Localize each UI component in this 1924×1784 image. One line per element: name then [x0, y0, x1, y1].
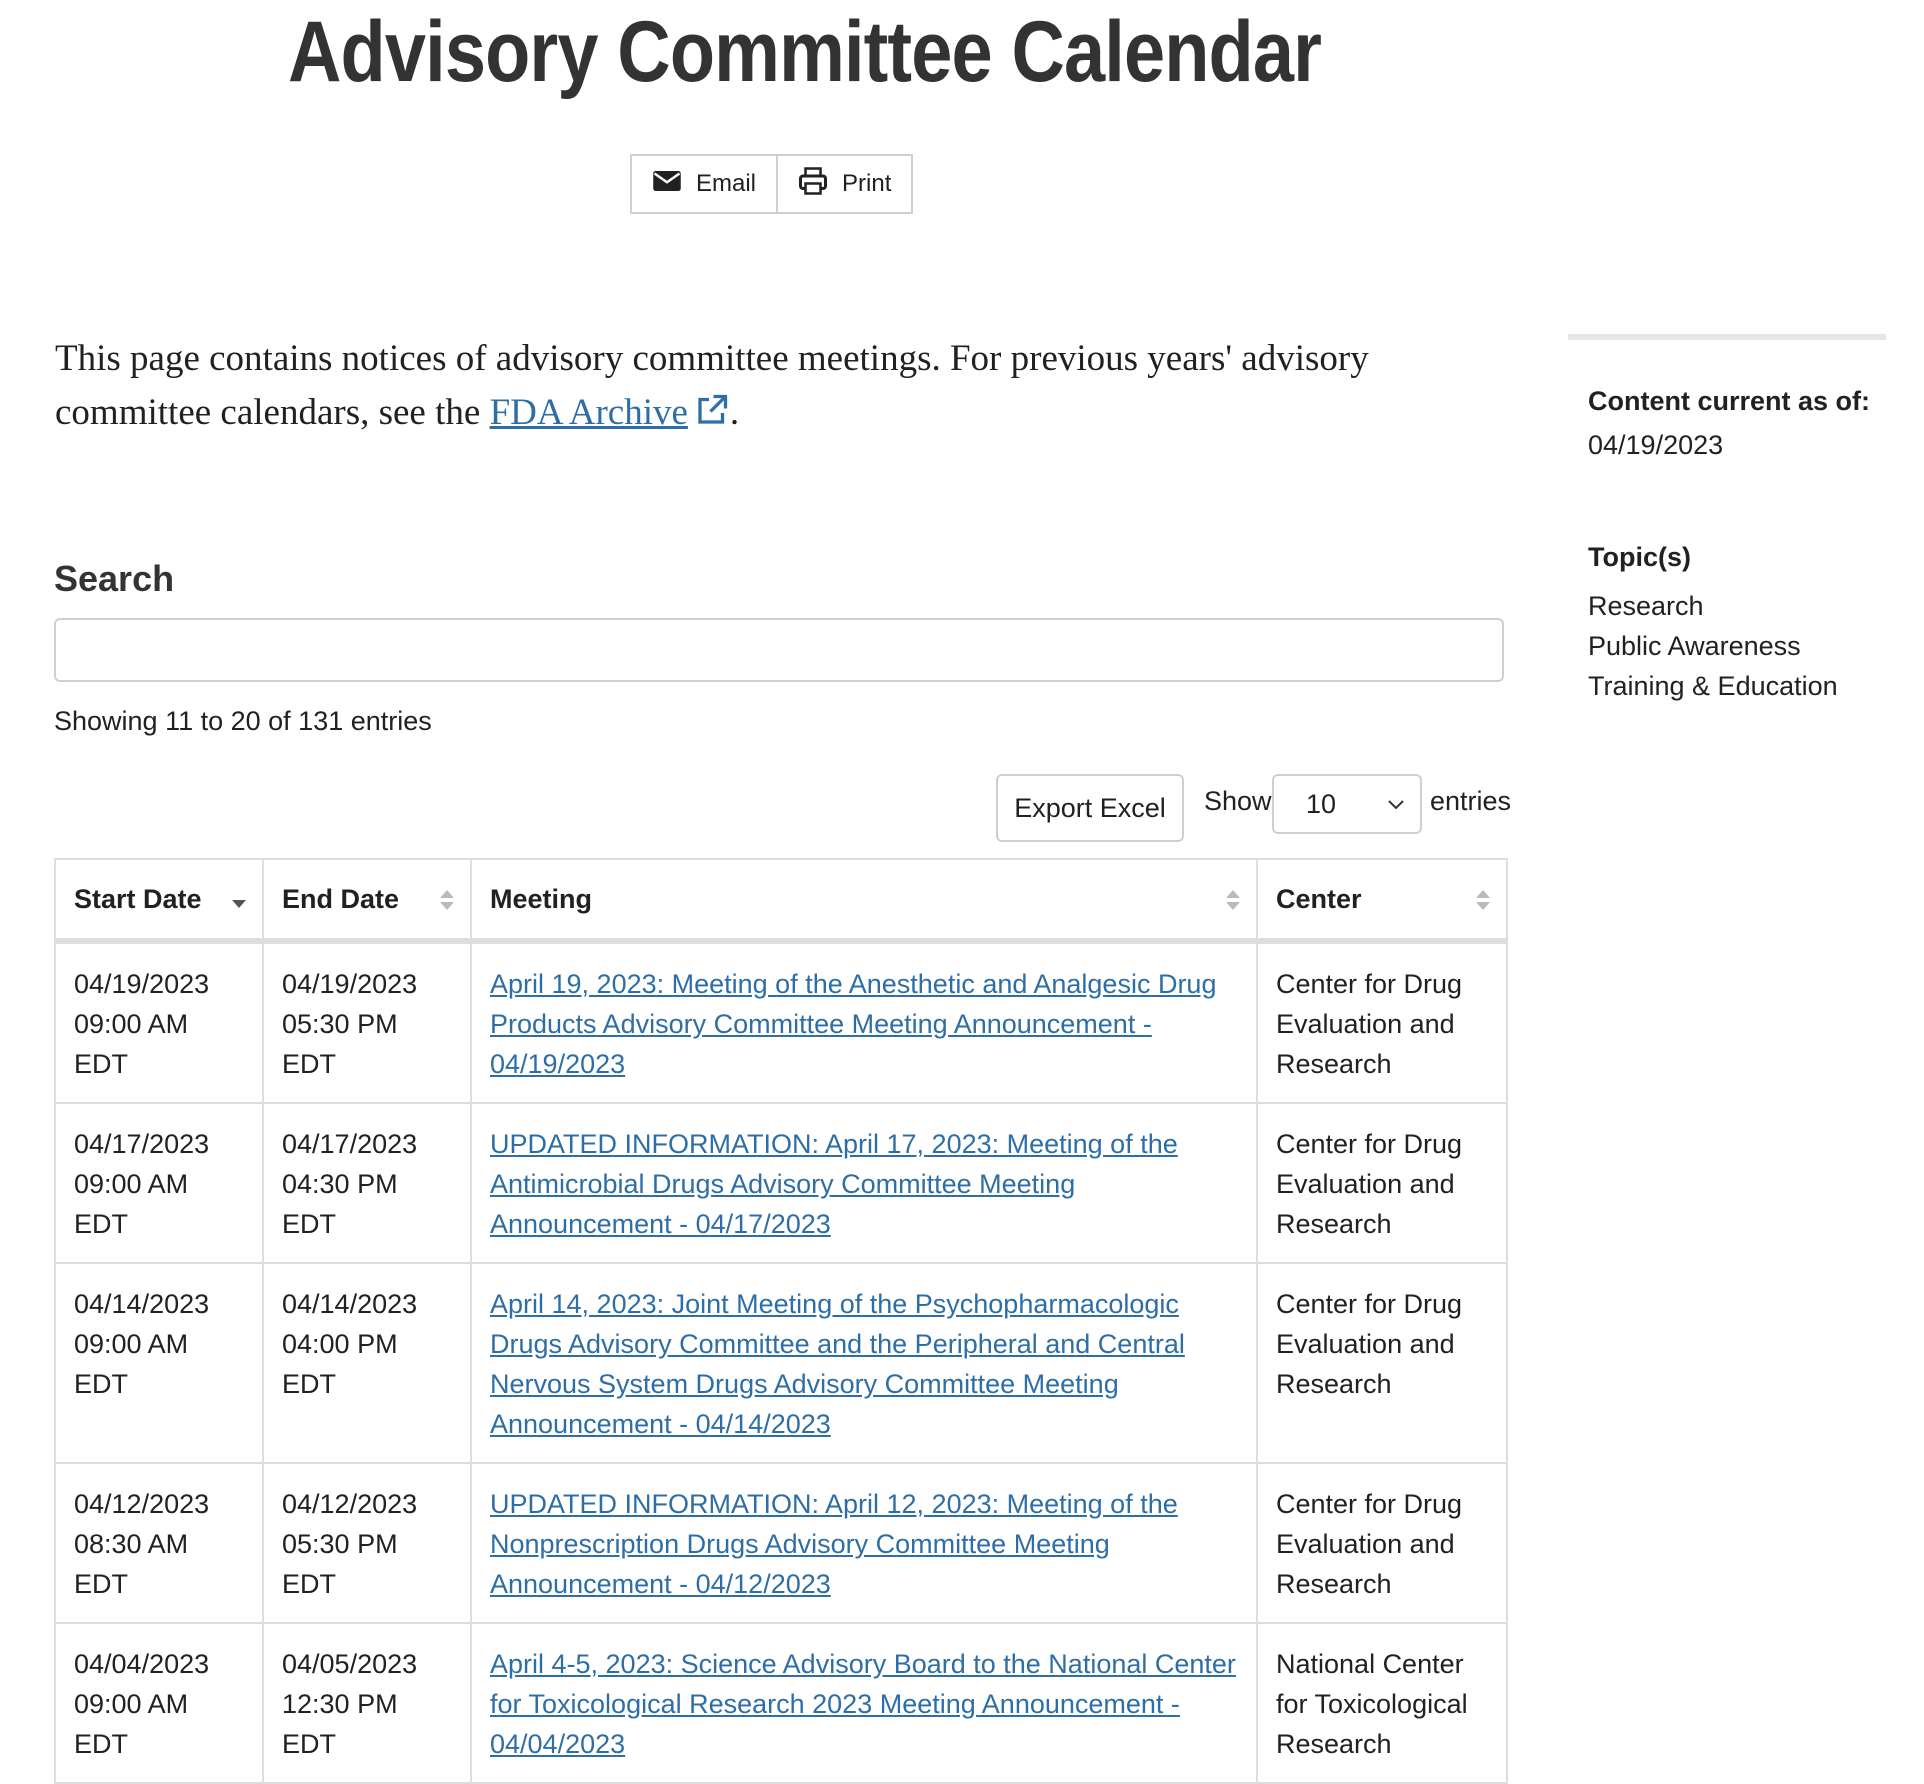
end-date-cell: 04/14/2023 04:00 PM EDT: [262, 1262, 472, 1464]
center-cell: Center for Drug Evaluation and Research: [1256, 940, 1508, 1104]
column-header-end-date[interactable]: End Date: [262, 858, 472, 944]
page-title: Advisory Committee Calendar: [288, 4, 1322, 100]
printer-icon: [798, 166, 828, 203]
start-date-cell: 04/12/2023 08:30 AM EDT: [54, 1462, 264, 1624]
print-label: Print: [842, 170, 892, 197]
table-row: 04/17/2023 09:00 AM EDT 04/17/2023 04:30 P…: [54, 1102, 1508, 1264]
start-date-cell: 04/19/2023 09:00 AM EDT: [54, 940, 264, 1104]
end-date: 04/14/2023: [282, 1289, 418, 1319]
sort-desc-icon: [232, 900, 246, 908]
meeting-link[interactable]: UPDATED INFORMATION: April 12, 2023: Mee…: [490, 1489, 1178, 1599]
meeting-cell: UPDATED INFORMATION: April 17, 2023: Mee…: [470, 1102, 1258, 1264]
topics-list: Research Public Awareness Training & Edu…: [1588, 586, 1838, 706]
search-label: Search: [54, 558, 175, 599]
meeting-cell: April 14, 2023: Joint Meeting of the Psy…: [470, 1262, 1258, 1464]
meeting-link[interactable]: UPDATED INFORMATION: April 17, 2023: Mee…: [490, 1129, 1178, 1239]
email-label: Email: [696, 170, 757, 197]
center-cell: Center for Drug Evaluation and Research: [1256, 1462, 1508, 1624]
column-label: Meeting: [490, 883, 593, 914]
chevron-down-icon: [1388, 800, 1404, 810]
entries-label: entries: [1430, 786, 1512, 816]
meetings-table: Start Date End Date Meeting Center 04/19…: [54, 858, 1508, 1784]
end-date: 04/05/2023: [282, 1649, 418, 1679]
end-date: 04/19/2023: [282, 969, 418, 999]
sidebar-divider: [1568, 334, 1886, 340]
column-header-meeting[interactable]: Meeting: [470, 858, 1258, 944]
search-input[interactable]: [54, 618, 1504, 682]
table-info: Showing 11 to 20 of 131 entries: [54, 706, 432, 736]
content-current-date: 04/19/2023: [1588, 430, 1724, 460]
page-size-value: 10: [1306, 788, 1337, 819]
start-time: 09:00 AM EDT: [74, 1689, 189, 1759]
table-row: 04/12/2023 08:30 AM EDT 04/12/2023 05:30 P…: [54, 1462, 1508, 1624]
table-row: 04/19/2023 09:00 AM EDT 04/19/2023 05:30 P…: [54, 940, 1508, 1104]
email-button[interactable]: Email: [630, 154, 779, 214]
topic-item: Public Awareness: [1588, 631, 1801, 661]
show-label: Show: [1204, 786, 1272, 816]
end-date-cell: 04/17/2023 04:30 PM EDT: [262, 1102, 472, 1264]
column-label: End Date: [282, 883, 400, 914]
start-date-cell: 04/17/2023 09:00 AM EDT: [54, 1102, 264, 1264]
end-time: 04:00 PM EDT: [282, 1329, 398, 1399]
intro-paragraph: This page contains notices of advisory c…: [55, 332, 1515, 440]
end-date-cell: 04/19/2023 05:30 PM EDT: [262, 940, 472, 1104]
start-time: 09:00 AM EDT: [74, 1009, 189, 1079]
column-header-start-date[interactable]: Start Date: [54, 858, 264, 944]
table-header-row: Start Date End Date Meeting Center: [54, 858, 1508, 944]
end-time: 12:30 PM EDT: [282, 1689, 398, 1759]
external-link-icon: [694, 390, 730, 426]
print-button[interactable]: Print: [778, 154, 914, 214]
topics-label: Topic(s): [1588, 542, 1691, 572]
start-time: 09:00 AM EDT: [74, 1329, 189, 1399]
start-time: 09:00 AM EDT: [74, 1169, 189, 1239]
meeting-cell: April 4-5, 2023: Science Advisory Board …: [470, 1622, 1258, 1784]
start-date: 04/12/2023: [74, 1489, 210, 1519]
column-label: Center: [1276, 883, 1362, 914]
start-date: 04/14/2023: [74, 1289, 210, 1319]
meeting-cell: UPDATED INFORMATION: April 12, 2023: Mee…: [470, 1462, 1258, 1624]
start-date-cell: 04/04/2023 09:00 AM EDT: [54, 1622, 264, 1784]
start-date: 04/04/2023: [74, 1649, 210, 1679]
export-excel-button[interactable]: Export Excel: [996, 774, 1184, 842]
end-date: 04/17/2023: [282, 1129, 418, 1159]
page-size-select[interactable]: 10: [1272, 774, 1422, 834]
center-cell: National Center for Toxicological Resear…: [1256, 1622, 1508, 1784]
start-time: 08:30 AM EDT: [74, 1529, 189, 1599]
content-current-label: Content current as of:: [1588, 386, 1871, 416]
end-date-cell: 04/12/2023 05:30 PM EDT: [262, 1462, 472, 1624]
sort-icon: [1476, 890, 1490, 910]
center-cell: Center for Drug Evaluation and Research: [1256, 1262, 1508, 1464]
end-time: 05:30 PM EDT: [282, 1529, 398, 1599]
start-date: 04/19/2023: [74, 969, 210, 999]
end-time: 05:30 PM EDT: [282, 1009, 398, 1079]
topic-item: Research: [1588, 591, 1704, 621]
sort-icon: [440, 890, 454, 910]
share-toolbar: Email Print: [630, 154, 914, 214]
column-label: Start Date: [74, 883, 202, 914]
start-date: 04/17/2023: [74, 1129, 210, 1159]
meeting-link[interactable]: April 14, 2023: Joint Meeting of the Psy…: [490, 1289, 1185, 1439]
end-time: 04:30 PM EDT: [282, 1169, 398, 1239]
meeting-link[interactable]: April 4-5, 2023: Science Advisory Board …: [490, 1649, 1236, 1759]
topic-item: Training & Education: [1588, 671, 1838, 701]
meeting-cell: April 19, 2023: Meeting of the Anestheti…: [470, 940, 1258, 1104]
center-cell: Center for Drug Evaluation and Research: [1256, 1102, 1508, 1264]
fda-archive-link[interactable]: FDA Archive: [490, 392, 688, 433]
envelope-icon: [652, 166, 682, 203]
table-row: 04/14/2023 09:00 AM EDT 04/14/2023 04:00 P…: [54, 1262, 1508, 1464]
intro-text-end: .: [729, 392, 740, 433]
sort-icon: [1226, 890, 1240, 910]
table-row: 04/04/2023 09:00 AM EDT 04/05/2023 12:30 P…: [54, 1622, 1508, 1784]
end-date-cell: 04/05/2023 12:30 PM EDT: [262, 1622, 472, 1784]
start-date-cell: 04/14/2023 09:00 AM EDT: [54, 1262, 264, 1464]
end-date: 04/12/2023: [282, 1489, 418, 1519]
meeting-link[interactable]: April 19, 2023: Meeting of the Anestheti…: [490, 969, 1216, 1079]
column-header-center[interactable]: Center: [1256, 858, 1508, 944]
